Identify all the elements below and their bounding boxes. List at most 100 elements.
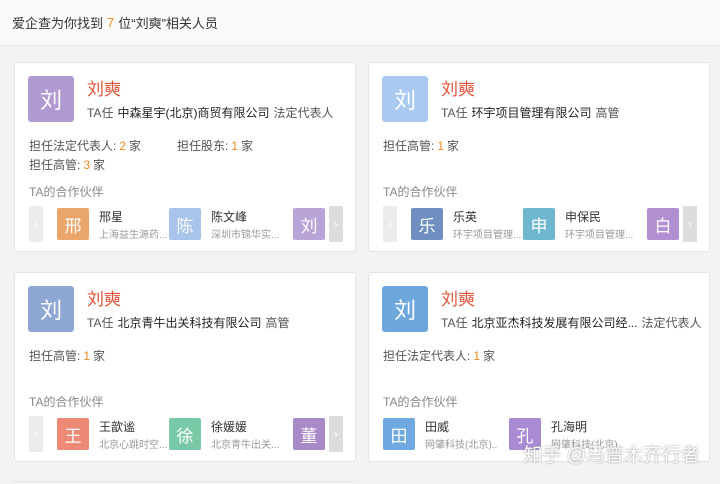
partner-name[interactable]: 邢星	[99, 208, 123, 225]
person-avatar[interactable]: 刘	[382, 76, 428, 122]
stat-label: 担任股东:	[177, 139, 229, 153]
stat-label: 担任高管:	[383, 139, 435, 153]
partner-company: 网肇科技(北京)...	[425, 440, 497, 451]
stat-label: 担任高管:	[29, 349, 81, 363]
role-title: 高管	[265, 316, 290, 330]
stat-item[interactable]: 担任高管: 1 家	[29, 347, 105, 366]
stat-value: 1	[83, 349, 91, 363]
carousel-next-button[interactable]: ›	[683, 206, 697, 242]
stat-item[interactable]: 担任股东: 1 家	[177, 137, 253, 156]
role-title: 法定代表人	[273, 106, 334, 120]
stat-label: 担任法定代表人:	[29, 139, 117, 153]
person-name[interactable]: 刘奭	[87, 75, 121, 100]
stat-label: 担任高管:	[29, 158, 81, 172]
partners-carousel: ‹ 邢邢星上海益生源药... 陈陈文峰深圳市锦华实... 刘 ›	[29, 206, 343, 242]
stat-unit: 家	[241, 139, 254, 153]
role-title: 法定代表人	[641, 316, 702, 330]
result-count: 7	[107, 15, 115, 30]
stat-value: 2	[119, 139, 127, 153]
person-name[interactable]: 刘奭	[441, 75, 475, 100]
partner-company: 北京心跳时空...	[99, 440, 168, 451]
partner-avatar[interactable]: 田	[383, 418, 415, 450]
person-avatar[interactable]: 刘	[28, 76, 74, 122]
partner-name[interactable]: 陈文峰	[211, 208, 247, 225]
person-avatar[interactable]: 刘	[28, 286, 74, 332]
partners-title: TA的合作伙伴	[383, 395, 458, 409]
person-stats: 担任高管: 1 家	[29, 347, 349, 366]
role-prefix: TA任	[441, 316, 468, 330]
company-link[interactable]: 中森星宇(北京)商贸有限公司	[117, 106, 269, 120]
carousel-next-button[interactable]: ›	[329, 416, 343, 452]
partners-title: TA的合作伙伴	[29, 395, 104, 409]
stat-unit: 家	[483, 349, 496, 363]
partner-avatar[interactable]: 刘	[293, 208, 325, 240]
stat-unit: 家	[93, 158, 106, 172]
person-card[interactable]: 刘刘奭 TA任 环宇项目管理有限公司 高管 担任高管: 1 家 TA的合作伙伴 ‹ 乐乐英 环宇项目…	[368, 62, 710, 252]
stat-value: 1	[473, 349, 481, 363]
company-link[interactable]: 北京青牛出关科技有限公司	[117, 316, 261, 330]
role-prefix: TA任	[87, 316, 114, 330]
partner-name[interactable]: 田威	[425, 418, 449, 435]
stat-value: 1	[231, 139, 239, 153]
person-stats: 担任高管: 1 家	[383, 137, 703, 156]
stat-item[interactable]: 担任高管: 1 家	[383, 137, 459, 156]
person-card[interactable]: 刘刘奭 TA任 北京青牛出关科技有限公司 高管 担任高管: 1 家 TA的合作伙伴 ‹ 王王歆谧北…	[14, 272, 356, 462]
person-name[interactable]: 刘奭	[87, 285, 121, 310]
partners-title: TA的合作伙伴	[383, 185, 458, 199]
watermark: 知乎 @马普木齐行者	[523, 445, 700, 466]
person-name[interactable]: 刘奭	[441, 285, 475, 310]
role-prefix: TA任	[441, 106, 468, 120]
stat-item[interactable]: 担任高管: 3 家	[29, 156, 105, 175]
person-role: TA任 环宇项目管理有限公司 高管	[441, 104, 619, 121]
person-stats: 担任法定代表人: 2 家担任股东: 1 家担任高管: 3 家	[29, 137, 349, 175]
stat-item[interactable]: 担任法定代表人: 2 家	[29, 137, 141, 156]
role-prefix: TA任	[87, 106, 114, 120]
stat-value: 1	[437, 139, 445, 153]
person-role: TA任 中森星宇(北京)商贸有限公司 法定代表人	[87, 104, 333, 121]
stat-unit: 家	[129, 139, 142, 153]
partner-avatar[interactable]: 王	[57, 418, 89, 450]
partner-name[interactable]: 孔海明	[551, 418, 587, 435]
partner-avatar[interactable]: 白	[647, 208, 679, 240]
person-role: TA任 北京亚杰科技发展有限公司经... 法定代表人	[441, 314, 701, 331]
summary-suffix: 位“刘奭”相关人员	[118, 16, 218, 31]
partners-title: TA的合作伙伴	[29, 185, 104, 199]
partners-carousel: ‹ 乐乐英 环宇项目管理... 申申保民 环宇项目管理... 白 ›	[383, 206, 697, 242]
person-card[interactable]: 刘刘奭 TA任 北京亚杰科技发展有限公司经... 法定代表人担任法定代表人: 1 家 TA的…	[368, 272, 710, 462]
partner-avatar[interactable]: 陈	[169, 208, 201, 240]
search-summary: 爱企查为你找到 7 位“刘奭”相关人员	[0, 0, 720, 46]
carousel-prev-button[interactable]: ‹	[29, 206, 43, 242]
partner-avatar[interactable]: 邢	[57, 208, 89, 240]
person-avatar[interactable]: 刘	[382, 286, 428, 332]
partner-company: 上海益生源药...	[99, 230, 168, 241]
partner-avatar[interactable]: 徐	[169, 418, 201, 450]
partner-name[interactable]: 王歆谧	[99, 418, 135, 435]
company-link[interactable]: 北京亚杰科技发展有限公司经...	[471, 316, 637, 330]
partners-carousel: ‹ 王王歆谧北京心跳时空... 徐徐媛媛北京青牛出关... 董 ›	[29, 416, 343, 452]
partner-name[interactable]: 徐媛媛	[211, 418, 247, 435]
partner-avatar[interactable]: 乐	[411, 208, 443, 240]
partner-company: 环宇项目管理...	[453, 230, 522, 241]
stat-unit: 家	[447, 139, 460, 153]
partner-name[interactable]: 乐英	[453, 208, 477, 225]
person-stats: 担任法定代表人: 1 家	[383, 347, 703, 366]
carousel-prev-button[interactable]: ‹	[383, 206, 397, 242]
partner-company: 北京青牛出关...	[211, 440, 280, 451]
summary-prefix: 爱企查为你找到	[12, 16, 104, 31]
stat-unit: 家	[93, 349, 106, 363]
divider	[14, 481, 356, 482]
stat-item[interactable]: 担任法定代表人: 1 家	[383, 347, 495, 366]
carousel-next-button[interactable]: ›	[329, 206, 343, 242]
stat-value: 3	[83, 158, 91, 172]
stat-label: 担任法定代表人:	[383, 349, 471, 363]
partner-avatar[interactable]: 申	[523, 208, 555, 240]
partner-company: 环宇项目管理...	[565, 230, 634, 241]
carousel-prev-button[interactable]: ‹	[29, 416, 43, 452]
person-card[interactable]: 刘刘奭 TA任 中森星宇(北京)商贸有限公司 法定代表人 担任法定代表人: 2 家担任股东:…	[14, 62, 356, 252]
company-link[interactable]: 环宇项目管理有限公司	[471, 106, 591, 120]
partner-avatar[interactable]: 董	[293, 418, 325, 450]
role-title: 高管	[595, 106, 620, 120]
partner-name[interactable]: 申保民	[565, 208, 601, 225]
person-role: TA任 北京青牛出关科技有限公司 高管	[87, 314, 289, 331]
partner-company: 深圳市锦华实...	[211, 230, 280, 241]
